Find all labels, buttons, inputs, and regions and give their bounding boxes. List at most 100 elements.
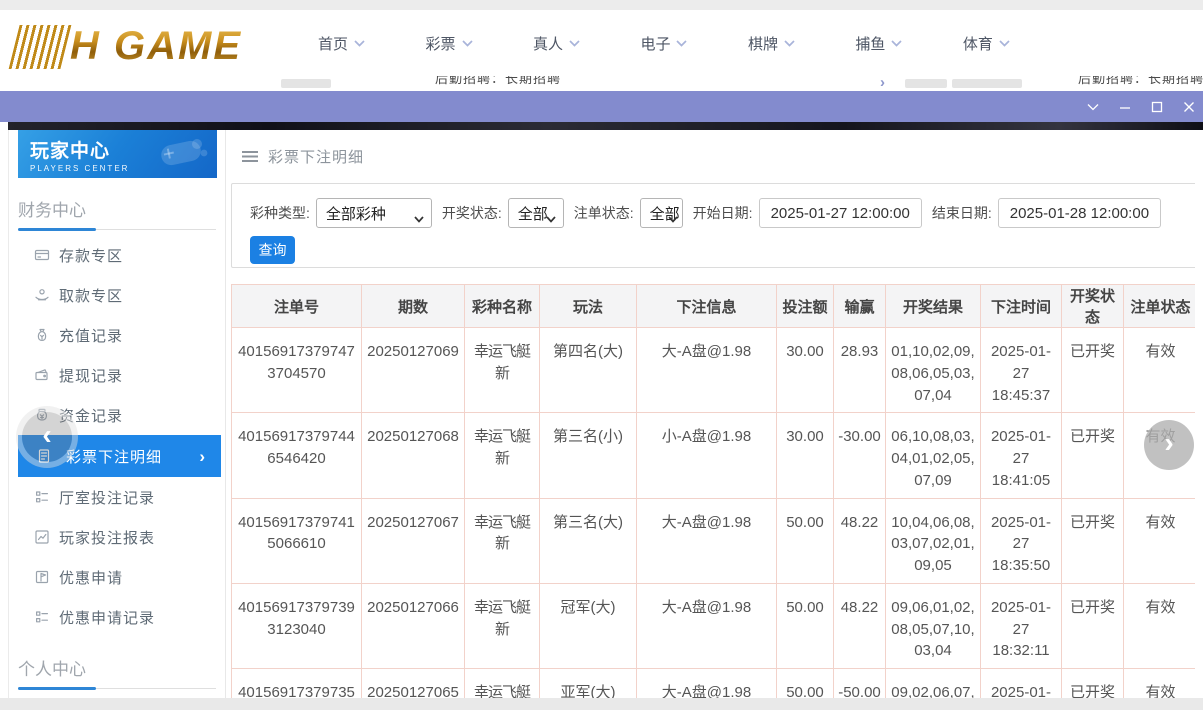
nav-item-lottery[interactable]: 彩票 <box>425 33 472 54</box>
nav-item-label: 真人 <box>533 33 563 54</box>
table-cell: 30.00 <box>777 328 834 413</box>
background-block <box>281 79 331 88</box>
nav-item-label: 捕鱼 <box>855 33 885 54</box>
nav-item-chess[interactable]: 棋牌 <box>748 33 795 54</box>
sidebar-item-withdraw-record[interactable]: 提现记录 <box>9 355 225 395</box>
column-header: 下注信息 <box>637 285 777 328</box>
sidebar-item-label: 厅室投注记录 <box>59 487 155 508</box>
sidebar-item-hall-bet-record[interactable]: 厅室投注记录 <box>9 477 225 517</box>
column-header: 玩法 <box>540 285 637 328</box>
nav-item-home[interactable]: 首页 <box>318 33 365 54</box>
minimize-icon[interactable] <box>1117 99 1132 114</box>
carousel-prev-button[interactable]: ‹ <box>22 412 72 462</box>
table-cell: 2025-01-27 18:41:05 <box>981 413 1062 498</box>
content-area: 彩票下注明细 彩种类型: 全部彩种 开奖状态: 全部 注单状态: <box>226 130 1195 698</box>
table-cell: 401569173797446546420 <box>232 413 362 498</box>
hand-coin-icon <box>34 287 50 303</box>
modal-titlebar[interactable] <box>0 91 1203 122</box>
chevron-down-icon <box>891 34 902 52</box>
close-icon[interactable] <box>1181 99 1196 114</box>
table-cell: 幸运飞艇新 <box>465 413 540 498</box>
logo-text: H GAME <box>70 24 242 69</box>
lottery-type-select[interactable]: 全部彩种 <box>316 198 432 228</box>
player-center-window: 玩家中心 PLAYERS CENTER 财务中心 存款专区取款专区充值记录提现记… <box>8 130 1195 698</box>
table-cell: 已开奖 <box>1062 669 1124 699</box>
table-cell: 有效 <box>1124 328 1196 413</box>
chevron-down-icon <box>462 34 473 52</box>
site-logo[interactable]: H GAME <box>14 24 242 69</box>
table-cell: 2025-01-27 18:35:50 <box>981 498 1062 583</box>
table-cell: 幸运飞艇新 <box>465 583 540 668</box>
nav-item-fishing[interactable]: 捕鱼 <box>855 33 902 54</box>
table-cell: 2025-01-27 18:45:37 <box>981 328 1062 413</box>
table-cell: 401569173797393123040 <box>232 583 362 668</box>
table-cell: 有效 <box>1124 669 1196 699</box>
table-cell: 第四名(大) <box>540 328 637 413</box>
collapse-chevron-down-icon[interactable] <box>1085 99 1100 114</box>
end-date-label: 结束日期: <box>932 203 992 223</box>
table-cell: 48.22 <box>834 583 886 668</box>
table-cell: 50.00 <box>777 583 834 668</box>
table-cell: 30.00 <box>777 413 834 498</box>
table-cell: 401569173797415066610 <box>232 498 362 583</box>
nav-item-label: 棋牌 <box>748 33 778 54</box>
sidebar-item-recharge-record[interactable]: 充值记录 <box>9 315 225 355</box>
table-cell: 大-A盘@1.98 <box>637 669 777 699</box>
sidebar-item-label: 提现记录 <box>59 365 123 386</box>
sidebar-item-withdraw-zone[interactable]: 取款专区 <box>9 275 225 315</box>
sidebar-item-deposit-zone[interactable]: 存款专区 <box>9 235 225 275</box>
column-header: 输赢 <box>834 285 886 328</box>
table-cell: 大-A盘@1.98 <box>637 498 777 583</box>
nav-item-label: 彩票 <box>425 33 455 54</box>
filter-row: 彩种类型: 全部彩种 开奖状态: 全部 注单状态: 全部 <box>250 197 1195 229</box>
maximize-icon[interactable] <box>1149 99 1164 114</box>
table-cell: 50.00 <box>777 498 834 583</box>
table-cell: 20250127068 <box>362 413 465 498</box>
sidebar-item-label: 充值记录 <box>59 325 123 346</box>
modal-banner-edge <box>8 122 1203 130</box>
table-cell: 幸运飞艇新 <box>465 498 540 583</box>
table-cell: 冠军(大) <box>540 583 637 668</box>
column-header: 期数 <box>362 285 465 328</box>
table-cell: 2025-01-27 18:25:39 <box>981 669 1062 699</box>
draw-status-select[interactable]: 全部 <box>508 198 564 228</box>
wallet-icon <box>34 367 50 383</box>
column-header: 彩种名称 <box>465 285 540 328</box>
select-value: 全部 <box>518 203 548 224</box>
nav-item-live[interactable]: 真人 <box>533 33 580 54</box>
nav-item-electronic[interactable]: 电子 <box>640 33 687 54</box>
nav-item-label: 体育 <box>963 33 993 54</box>
table-row: 40156917379747370457020250127069幸运飞艇新第四名… <box>232 328 1196 413</box>
carousel-next-button[interactable]: › <box>1144 420 1194 470</box>
table-cell: 20250127065 <box>362 669 465 699</box>
sidebar-item-player-bet-report[interactable]: 玩家投注报表 <box>9 517 225 557</box>
chevron-down-icon <box>999 34 1010 52</box>
page-title: 彩票下注明细 <box>268 146 364 167</box>
app-window: H GAME 首页 彩票 真人 电子 棋牌 <box>0 0 1203 710</box>
start-date-input[interactable]: 2025-01-27 12:00:00 <box>759 198 922 228</box>
table-cell: 01,10,02,09,08,06,05,03,07,04 <box>886 328 981 413</box>
hamburger-icon[interactable] <box>242 150 258 163</box>
chevron-left-icon: ‹ <box>42 421 51 449</box>
sidebar-item-label: 优惠申请记录 <box>59 607 155 628</box>
table-header-row: 注单号期数彩种名称玩法下注信息投注额输赢开奖结果下注时间开奖状态注单状态 <box>232 285 1196 328</box>
query-button[interactable]: 查询 <box>250 236 295 264</box>
table-cell: 20250127069 <box>362 328 465 413</box>
chevron-right-icon: › <box>880 76 885 91</box>
sidebar-item-promo-apply[interactable]: 优惠申请 <box>9 557 225 597</box>
sidebar-item-label: 取款专区 <box>59 285 123 306</box>
top-chrome-strip <box>0 0 1203 10</box>
bottom-scroll-strip[interactable] <box>0 698 1203 710</box>
nav-item-sports[interactable]: 体育 <box>963 33 1010 54</box>
bet-status-select[interactable]: 全部 <box>640 198 683 228</box>
bank-card-icon <box>34 247 50 263</box>
window-controls <box>1085 91 1196 122</box>
main-nav: 首页 彩票 真人 电子 棋牌 捕鱼 <box>318 10 1010 76</box>
ticket-icon <box>34 569 50 585</box>
end-date-input[interactable]: 2025-01-28 12:00:00 <box>998 198 1161 228</box>
sidebar-header: 玩家中心 PLAYERS CENTER <box>18 130 217 178</box>
nav-item-label: 首页 <box>318 33 348 54</box>
sidebar-item-promo-apply-record[interactable]: 优惠申请记录 <box>9 597 225 637</box>
table-cell: 大-A盘@1.98 <box>637 328 777 413</box>
table-cell: 已开奖 <box>1062 583 1124 668</box>
